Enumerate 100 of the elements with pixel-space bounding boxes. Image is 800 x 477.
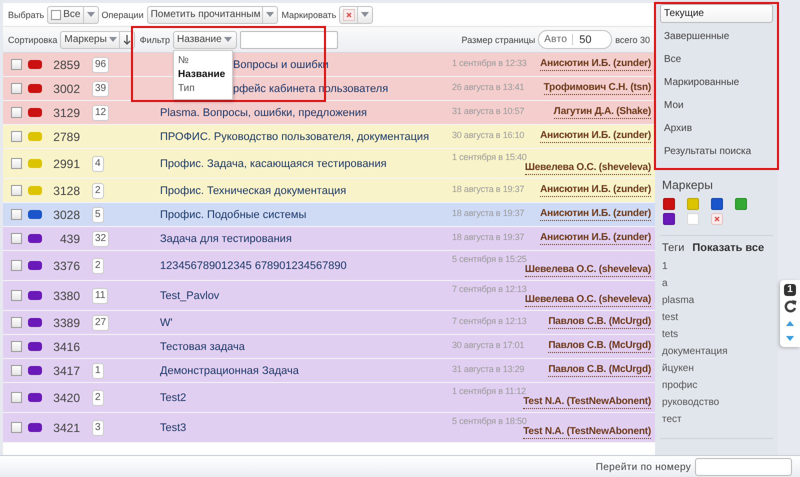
author-link[interactable]: Шевелева О.С. (sheveleva) [524,264,651,277]
checkbox[interactable] [11,59,22,70]
task-title[interactable]: Test_Pavlov [160,288,452,302]
tag-link[interactable]: a [662,275,773,292]
author-link[interactable]: Анисютин И.Б. (zunder) [540,130,651,143]
view-filter-item[interactable]: Завершенные [660,27,773,46]
author-link[interactable]: Шевелева О.С. (sheveleva) [524,162,651,175]
marker-swatch[interactable] [663,213,675,225]
checkbox[interactable] [11,233,22,244]
checkbox[interactable] [11,131,22,142]
view-filter-item[interactable]: Маркированные [660,73,773,92]
select-all-button[interactable]: Все [47,6,98,24]
tag-link[interactable]: йцукен [662,360,773,377]
dropdown-option[interactable]: Название [174,68,232,82]
task-title[interactable]: Тестовая задача [160,340,452,354]
task-number: 3421 [52,420,80,434]
refresh-icon[interactable] [784,300,796,313]
task-title[interactable]: Test3 [160,420,452,434]
author-link[interactable]: Анисютин И.Б. (zunder) [540,208,651,221]
task-title[interactable]: Профис. Подобные системы [160,208,452,222]
checkbox[interactable] [11,260,22,271]
author-link[interactable]: Анисютин И.Б. (zunder) [540,232,651,245]
checkbox[interactable] [11,365,22,376]
operations-dropdown[interactable]: Пометить прочитанным [146,6,278,24]
tag-link[interactable]: документация [662,343,773,360]
checkbox[interactable] [11,317,22,328]
task-title[interactable]: Задача для тестирования [160,232,452,246]
checkbox[interactable] [11,422,22,433]
task-number: 2859 [52,58,80,72]
author-link[interactable]: Павлов С.В. (McUrgd) [548,364,651,377]
scroll-down-icon[interactable] [786,336,794,341]
comment-count: 2 [92,390,104,406]
author-link[interactable]: Test N.A. (TestNewAbonent) [523,426,651,439]
page-size-control[interactable]: Авто 50 [538,30,612,49]
checkbox[interactable] [11,341,22,352]
view-filter-item[interactable]: Текущие [660,4,773,23]
task-date: 31 августа в 10:57 [452,106,524,116]
tag-link[interactable]: руководство [662,394,773,411]
mark-dropdown[interactable] [339,6,374,24]
checkbox[interactable] [11,392,22,403]
view-filter-item[interactable]: Архив [660,119,773,138]
tag-link[interactable]: plasma [662,292,773,309]
sort-dropdown[interactable]: Маркеры [60,30,135,48]
tag-link[interactable]: тест [662,411,773,428]
checkbox[interactable] [11,185,22,196]
task-date: 5 сентября в 18:50 [452,416,527,426]
tag-link[interactable]: 1 [662,258,773,275]
comment-count: 4 [92,156,104,172]
marker-swatch[interactable] [711,198,723,210]
author-link[interactable]: Анисютин И.Б. (zunder) [540,184,651,197]
scroll-up-icon[interactable] [786,321,794,326]
task-title[interactable]: Профис. Задача, касающаяся тестирования [160,156,452,170]
author-link[interactable]: Test N.A. (TestNewAbonent) [523,396,651,409]
notification-badge[interactable]: 1 [784,284,796,296]
author-link[interactable]: Трофимович С.Н. (tsn) [544,82,651,95]
task-date: 18 августа в 19:37 [452,208,524,218]
task-title[interactable]: Test2 [160,390,452,404]
checkbox[interactable] [11,209,22,220]
dropdown-option[interactable]: № [174,54,232,68]
sort-label: Сортировка [8,34,58,44]
task-title[interactable]: 123456789012345 678901234567890 [160,258,452,272]
goto-number-field[interactable] [695,458,792,476]
task-title[interactable]: Профис. Техническая документация [160,184,452,198]
tag-link[interactable]: test [662,309,773,326]
auto-option[interactable]: Авто [539,34,574,45]
clear-marker-icon[interactable] [711,213,723,225]
checkbox[interactable] [11,107,22,118]
page-size-field[interactable]: 50 [573,34,612,46]
view-filter-item[interactable]: Все [660,50,773,69]
tag-link[interactable]: tets [662,326,773,343]
task-number: 3002 [52,82,80,96]
author-link[interactable]: Павлов С.В. (McUrgd) [548,340,651,353]
caret-icon [108,37,117,42]
author-link[interactable]: Шевелева О.С. (sheveleva) [524,294,651,307]
author-link[interactable]: Лагутин Д.А. (Shake) [554,106,651,119]
task-number: 3389 [52,316,80,330]
task-title[interactable]: Plasma. Вопросы, ошибки, предложения [160,106,452,120]
task-title[interactable]: ПРОФИС. Руководство пользователя, документация [160,130,452,144]
marker-swatch[interactable] [663,198,675,210]
filter-input[interactable] [240,30,338,48]
dropdown-option[interactable]: Тип [174,82,232,96]
marker-swatch[interactable] [735,198,747,210]
marker-swatch[interactable] [687,198,699,210]
checkbox[interactable] [11,83,22,94]
tag-link[interactable]: профис [662,377,773,394]
author-link[interactable]: Павлов С.В. (McUrgd) [548,316,651,329]
filter-field-dropdown[interactable]: Название [173,30,237,48]
marker-swatch[interactable] [687,213,699,225]
show-all-link[interactable]: Показать все [692,242,764,254]
checkbox[interactable] [11,290,22,301]
caret-icon [224,37,232,42]
checkbox[interactable] [11,158,22,169]
view-filter-item[interactable]: Мои [660,96,773,115]
author-link[interactable]: Анисютин И.Б. (zunder) [540,58,651,71]
task-date: 18 августа в 19:37 [452,184,524,194]
task-title[interactable]: Демонстрационная Задача [160,364,452,378]
view-filter-item[interactable]: Результаты поиска [660,142,773,161]
task-title[interactable]: W' [160,316,452,330]
comment-count: 11 [92,288,108,304]
down-arrow-icon[interactable] [122,34,131,44]
